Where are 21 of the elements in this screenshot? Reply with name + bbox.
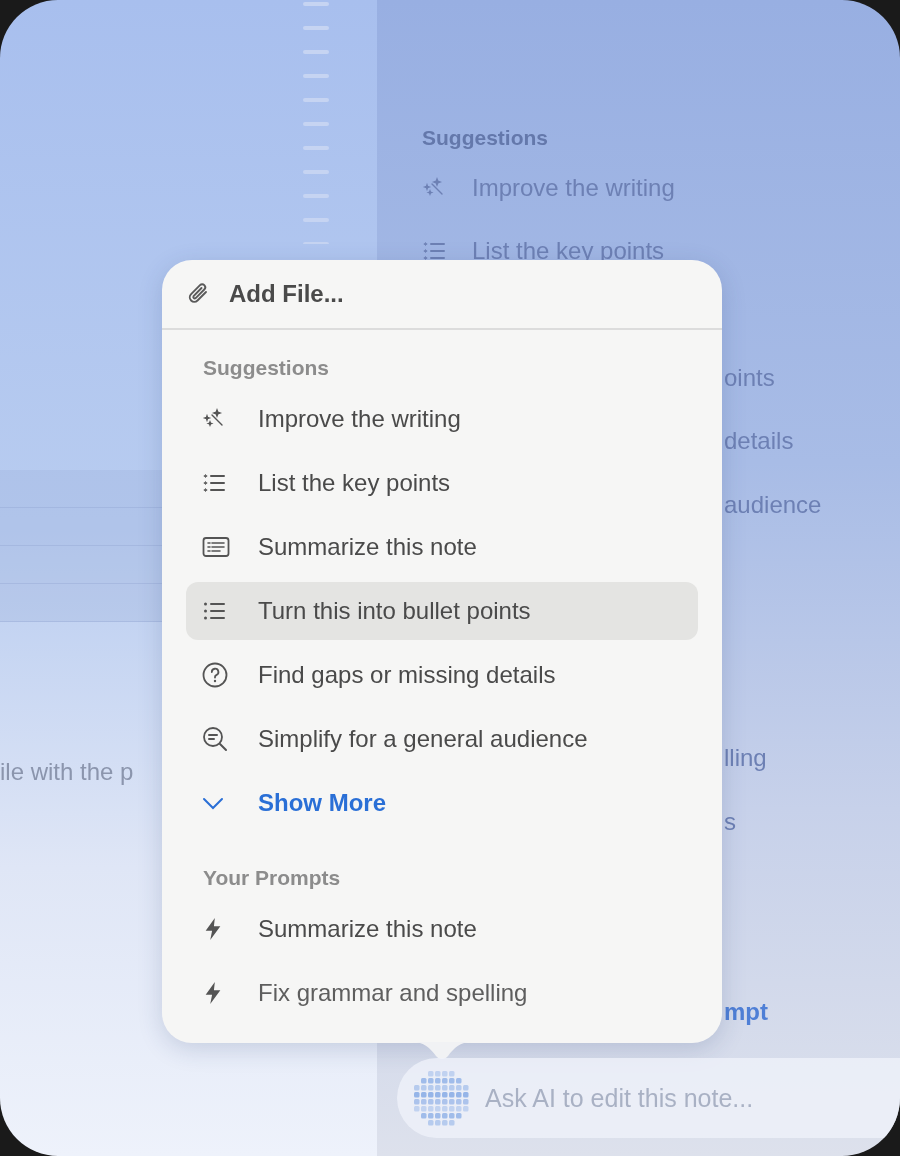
list-icon — [202, 471, 226, 495]
section-heading: Your Prompts — [202, 865, 342, 891]
add-file-button[interactable]: Add File... — [162, 260, 722, 330]
section-heading: Suggestions — [202, 355, 330, 381]
section-heading: Suggestions — [422, 126, 549, 151]
search-icon — [202, 726, 228, 752]
menu-item[interactable]: Turn this into bullet points — [186, 582, 698, 640]
menu-item[interactable]: Improve the writing — [186, 390, 698, 448]
note-text: ile with the p — [0, 758, 135, 786]
menu-item[interactable]: Fix grammar and spelling — [186, 964, 698, 1022]
menu-item[interactable]: Summarize this note — [186, 518, 698, 576]
menu-item[interactable]: Find gaps or missing details — [186, 646, 698, 704]
menu-item[interactable]: List the key points — [186, 454, 698, 512]
menu-item[interactable]: Summarize this note — [186, 900, 698, 958]
document-icon — [202, 535, 230, 559]
ask-ai-field[interactable]: Ask AI to edit this note... — [397, 1058, 900, 1138]
question-icon — [202, 662, 228, 688]
menu-item[interactable]: Simplify for a general audience — [186, 710, 698, 768]
ai-orb-icon — [413, 1070, 469, 1126]
chevron-down-icon — [202, 796, 224, 810]
show-more-button[interactable]: Show More — [186, 774, 698, 832]
